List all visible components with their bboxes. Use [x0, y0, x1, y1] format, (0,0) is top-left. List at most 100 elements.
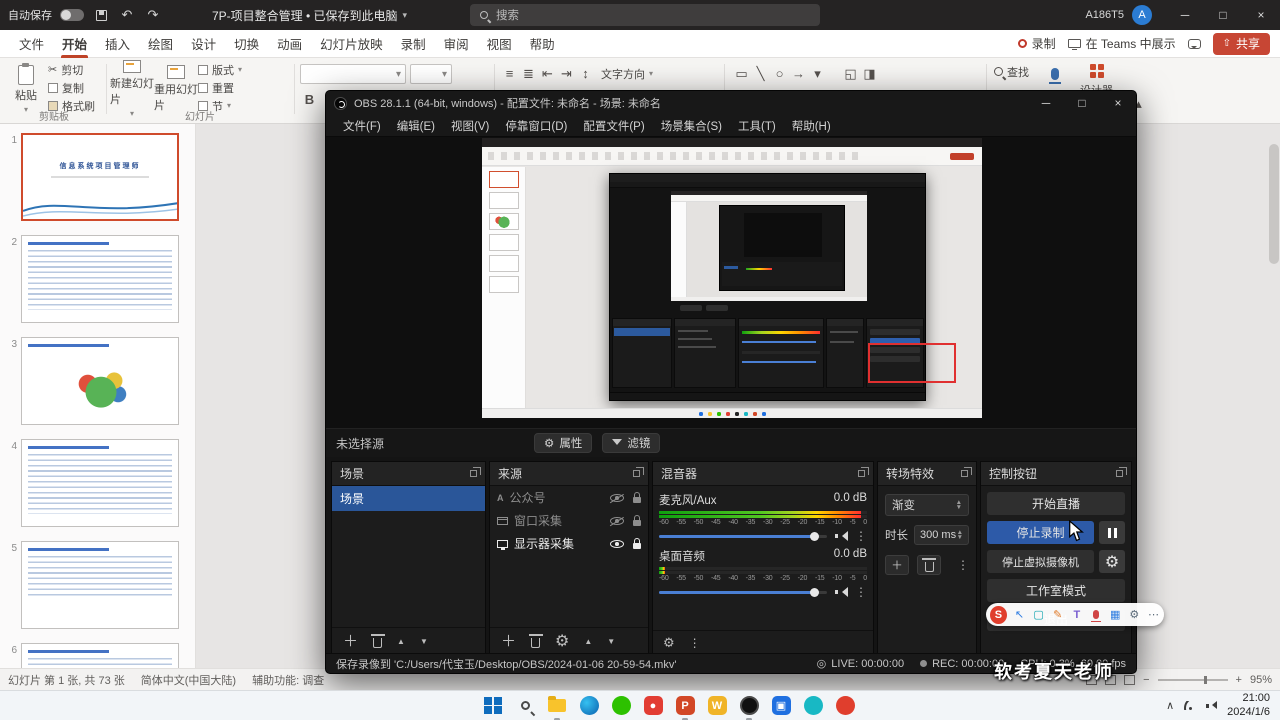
arrange-icon[interactable]: ◱: [841, 64, 860, 83]
tab-help[interactable]: 帮助: [521, 30, 564, 58]
menu-docks[interactable]: 停靠窗口(D): [498, 118, 574, 134]
line-shape-icon[interactable]: ╲: [751, 64, 770, 83]
popout-icon[interactable]: [1116, 467, 1127, 477]
annotation-logo-icon[interactable]: S: [990, 605, 1007, 624]
share-button[interactable]: ⇧ 共享: [1212, 32, 1270, 55]
indent-increase-icon[interactable]: ⇥: [557, 64, 576, 83]
slide-thumbnail-4[interactable]: [21, 439, 179, 527]
add-source-icon[interactable]: ＋: [501, 634, 516, 649]
source-properties-icon[interactable]: ⚙: [555, 631, 569, 651]
source-row[interactable]: 窗口采集: [490, 509, 648, 532]
taskbar-search-button[interactable]: [512, 693, 538, 719]
arrow-shape-icon[interactable]: →: [789, 64, 808, 83]
annotation-grid-icon[interactable]: ▦: [1109, 608, 1122, 622]
shapes-gallery-icon[interactable]: ▾: [808, 64, 827, 83]
avatar[interactable]: A: [1132, 5, 1152, 25]
source-row[interactable]: 显示器采集: [490, 532, 648, 555]
start-streaming-button[interactable]: 开始直播: [987, 492, 1125, 515]
font-name-combo[interactable]: ▾: [300, 64, 406, 84]
restore-button[interactable]: □: [1204, 0, 1242, 30]
add-transition-icon[interactable]: ＋: [885, 555, 909, 575]
speaker-icon[interactable]: [835, 531, 848, 541]
virtual-camera-settings-button[interactable]: ⚙: [1099, 550, 1125, 573]
volume-icon[interactable]: [1206, 701, 1218, 710]
annotation-cursor-icon[interactable]: ↖: [1013, 608, 1026, 622]
tray-expand-icon[interactable]: ∧: [1166, 699, 1174, 712]
comments-icon[interactable]: [1187, 38, 1201, 49]
controls-panel-header[interactable]: 控制按钮: [981, 462, 1131, 486]
save-icon[interactable]: [92, 6, 110, 24]
present-in-teams-button[interactable]: 在 Teams 中展示: [1067, 35, 1176, 52]
lock-icon[interactable]: [633, 491, 641, 503]
popout-icon[interactable]: [470, 467, 481, 477]
zoom-in-icon[interactable]: +: [1236, 674, 1242, 686]
taskbar-wechat-icon[interactable]: [608, 693, 634, 719]
channel-menu-icon[interactable]: ⋮: [855, 529, 867, 543]
advanced-audio-icon[interactable]: ⚙: [663, 635, 675, 651]
taskbar-clock[interactable]: 21:00 2024/1/6: [1227, 692, 1270, 720]
visibility-eye-icon[interactable]: [610, 493, 624, 502]
lock-icon[interactable]: [633, 514, 641, 526]
annotation-text-icon[interactable]: T: [1070, 608, 1083, 622]
taskbar-app-icon-red[interactable]: ●: [640, 693, 666, 719]
menu-profile[interactable]: 配置文件(P): [576, 118, 651, 134]
taskbar-app-icon-red-circle[interactable]: [832, 693, 858, 719]
add-scene-icon[interactable]: ＋: [343, 634, 358, 649]
taskbar-edge-icon[interactable]: [576, 693, 602, 719]
close-button[interactable]: ×: [1242, 0, 1280, 30]
annotation-mic-icon[interactable]: [1089, 608, 1102, 622]
taskbar-file-explorer-icon[interactable]: [544, 693, 570, 720]
taskbar-app-icon-yellow[interactable]: W: [704, 693, 730, 719]
move-source-up-icon[interactable]: ▲: [584, 637, 592, 646]
accessibility-status[interactable]: 辅助功能: 调查: [252, 672, 324, 688]
minimize-button[interactable]: ─: [1166, 0, 1204, 30]
move-scene-down-icon[interactable]: ▼: [420, 637, 428, 646]
slide-thumbnail-3[interactable]: [21, 337, 179, 425]
copy-button[interactable]: 复制: [48, 80, 95, 95]
visibility-eye-icon[interactable]: [610, 516, 624, 525]
language-status[interactable]: 简体中文(中国大陆): [141, 672, 236, 688]
tab-review[interactable]: 审阅: [435, 30, 478, 58]
remove-scene-icon[interactable]: [370, 634, 385, 648]
duration-input[interactable]: 300 ms ▲ ▼: [914, 525, 969, 545]
tab-home[interactable]: 开始: [53, 30, 96, 58]
indent-decrease-icon[interactable]: ⇤: [538, 64, 557, 83]
menu-help[interactable]: 帮助(H): [785, 118, 838, 134]
tab-slideshow[interactable]: 幻灯片放映: [311, 30, 392, 58]
move-scene-up-icon[interactable]: ▲: [397, 637, 405, 646]
menu-view[interactable]: 视图(V): [444, 118, 496, 134]
scenes-panel-header[interactable]: 场景: [332, 462, 485, 486]
mixer-menu-icon[interactable]: ⋮: [689, 636, 701, 650]
obs-maximize-button[interactable]: □: [1064, 91, 1100, 115]
numbered-list-icon[interactable]: ≣: [519, 64, 538, 83]
scene-list-item[interactable]: 场景: [332, 486, 485, 511]
slide-thumbnail-1[interactable]: 信息系统项目管理师: [21, 133, 179, 221]
popout-icon[interactable]: [961, 467, 972, 477]
transitions-panel-header[interactable]: 转场特效: [878, 462, 976, 486]
mixer-panel-header[interactable]: 混音器: [653, 462, 873, 486]
taskbar-app-icon-teal[interactable]: [800, 693, 826, 719]
network-icon[interactable]: [1184, 701, 1197, 710]
remove-transition-icon[interactable]: [917, 555, 941, 575]
tab-draw[interactable]: 绘图: [139, 30, 182, 58]
popout-icon[interactable]: [633, 467, 644, 477]
tab-design[interactable]: 设计: [182, 30, 225, 58]
lock-icon[interactable]: [633, 537, 641, 549]
annotation-shape-icon[interactable]: ▢: [1032, 608, 1045, 622]
line-spacing-icon[interactable]: ↕: [576, 64, 595, 83]
taskbar-app-icon-blue[interactable]: ▣: [768, 693, 794, 719]
tab-transitions[interactable]: 切换: [225, 30, 268, 58]
redo-icon[interactable]: ↷: [144, 6, 162, 24]
sources-panel-header[interactable]: 来源: [490, 462, 648, 486]
bullet-list-icon[interactable]: ≡: [500, 64, 519, 83]
record-button[interactable]: 录制: [1017, 35, 1056, 52]
start-button[interactable]: [480, 693, 506, 719]
obs-minimize-button[interactable]: ─: [1028, 91, 1064, 115]
vertical-scrollbar[interactable]: [1269, 144, 1279, 264]
obs-titlebar[interactable]: OBS 28.1.1 (64-bit, windows) - 配置文件: 未命名…: [326, 91, 1136, 115]
move-source-down-icon[interactable]: ▼: [607, 637, 615, 646]
volume-slider[interactable]: [659, 531, 827, 541]
menu-file[interactable]: 文件(F): [336, 118, 388, 134]
tab-file[interactable]: 文件: [10, 30, 53, 58]
volume-slider[interactable]: [659, 587, 827, 597]
